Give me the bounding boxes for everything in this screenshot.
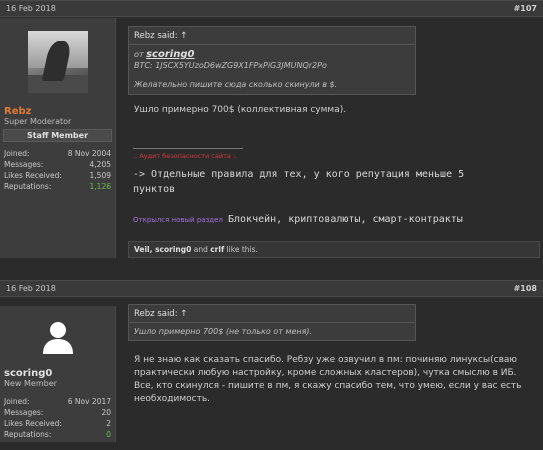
post-content: Rebz said: ↑ от scoring0 BTC: 1JSCX5YUzo…	[128, 26, 416, 95]
stat-likes: Likes Received: 1,509	[4, 170, 111, 181]
signature-audit-link[interactable]: .: Аудит безопасности сайта :.	[133, 152, 237, 160]
post-number[interactable]: #108	[514, 284, 537, 293]
quote-body: Ушло примерно 700$ (не только от меня).	[134, 327, 313, 336]
avatar-image	[28, 31, 88, 93]
quote-btc: BTC: 1JSCX5YUzoD6wZG9X1FPxPiG3JMUNQr2Po	[134, 61, 327, 70]
post-number[interactable]: #107	[514, 4, 537, 13]
user-stats: Joined: 6 Nov 2017 Messages: 20 Likes Rece…	[0, 388, 115, 440]
user-title: Super Moderator	[4, 117, 72, 126]
stat-messages: Messages: 4,205	[4, 159, 111, 170]
stat-label: Likes Received:	[4, 419, 62, 428]
username[interactable]: Rebz	[0, 106, 115, 117]
stat-value: 2	[106, 419, 111, 428]
post-header: 16 Feb 2018 #107	[0, 0, 543, 17]
likes-last[interactable]: crlf	[210, 245, 224, 254]
quote-from: от scoring0	[134, 49, 410, 60]
post-message: Я не знаю как сказать спасибо. Ребзу уже…	[134, 355, 522, 404]
user-sidebar: scoring0 New Member Joined: 6 Nov 2017 Me…	[0, 306, 116, 442]
stat-label: Messages:	[4, 160, 44, 169]
stat-label: Reputations:	[4, 182, 52, 191]
username[interactable]: scoring0	[0, 368, 115, 379]
stat-value: 1,509	[89, 171, 111, 180]
stat-likes: Likes Received: 2	[4, 418, 111, 429]
likes-bar: Veil, scoring0 and crlf like this.	[128, 241, 540, 258]
signature-section: Открылся новый раздел Блокчейн, криптова…	[133, 207, 463, 227]
stat-value[interactable]: 20	[101, 408, 111, 417]
stat-joined: Joined: 8 Nov 2004	[4, 148, 111, 159]
quote-body: от scoring0 BTC: 1JSCX5YUzoD6wZG9X1FPxPi…	[129, 45, 415, 94]
quote-block: Rebz said: ↑ Ушло примерно 700$ (не толь…	[128, 304, 416, 341]
stat-label: Likes Received:	[4, 171, 62, 180]
post-date[interactable]: 16 Feb 2018	[6, 4, 56, 13]
stat-messages: Messages: 20	[4, 407, 111, 418]
staff-banner: Staff Member	[3, 129, 112, 142]
stat-value[interactable]: 0	[106, 430, 111, 439]
likes-names[interactable]: Veil, scoring0	[134, 245, 191, 254]
stat-label: Messages:	[4, 408, 44, 417]
post-content: Rebz said: ↑ Ушло примерно 700$ (не толь…	[128, 304, 416, 341]
quote-from-user[interactable]: scoring0	[146, 49, 194, 60]
user-stats: Joined: 8 Nov 2004 Messages: 4,205 Likes R…	[0, 142, 115, 192]
user-title: New Member	[4, 379, 57, 388]
stat-label: Reputations:	[4, 430, 52, 439]
stat-joined: Joined: 6 Nov 2017	[4, 396, 111, 407]
stat-value[interactable]: 4,205	[90, 160, 111, 169]
stat-reputations: Reputations: 1,126	[4, 181, 111, 192]
stat-value[interactable]: 1,126	[90, 182, 111, 191]
signature-rules[interactable]: -> Отдельные правила для тех, у кого реп…	[133, 168, 464, 182]
quote-block: Rebz said: ↑ от scoring0 BTC: 1JSCX5YUzo…	[128, 26, 416, 95]
stat-reputations: Reputations: 0	[4, 429, 111, 440]
quote-note: Желательно пишите сюда сколько скинули в…	[134, 80, 338, 89]
post-header: 16 Feb 2018 #108	[0, 280, 543, 297]
avatar[interactable]	[0, 18, 116, 106]
quote-author[interactable]: Rebz said: ↑	[129, 27, 415, 45]
signature-rules-cont[interactable]: пунктов	[133, 183, 175, 197]
likes-suffix: like this.	[224, 245, 258, 254]
quote-author[interactable]: Rebz said: ↑	[129, 305, 415, 323]
post-date[interactable]: 16 Feb 2018	[6, 284, 56, 293]
stat-value: 8 Nov 2004	[67, 149, 111, 158]
signature-section-name[interactable]: Блокчейн, криптовалюты, смарт-контракты	[228, 214, 463, 225]
signature-divider	[133, 148, 243, 149]
stat-label: Joined:	[4, 397, 30, 406]
post-message: Ушло примерно 700$ (коллективная сумма).	[134, 105, 347, 115]
stat-value: 6 Nov 2017	[67, 397, 111, 406]
post-108: 16 Feb 2018 #108 scoring0 New Member Joi…	[0, 280, 543, 450]
quote-from-prefix: от	[134, 50, 147, 59]
avatar[interactable]	[0, 306, 116, 368]
post-107: 16 Feb 2018 #107 Rebz Super Moderator St…	[0, 0, 543, 258]
user-sidebar: Rebz Super Moderator Staff Member Joined…	[0, 18, 116, 258]
likes-and: and	[191, 245, 211, 254]
user-silhouette-icon	[43, 322, 73, 354]
stat-label: Joined:	[4, 149, 30, 158]
signature-section-prefix[interactable]: Открылся новый раздел	[133, 216, 223, 224]
